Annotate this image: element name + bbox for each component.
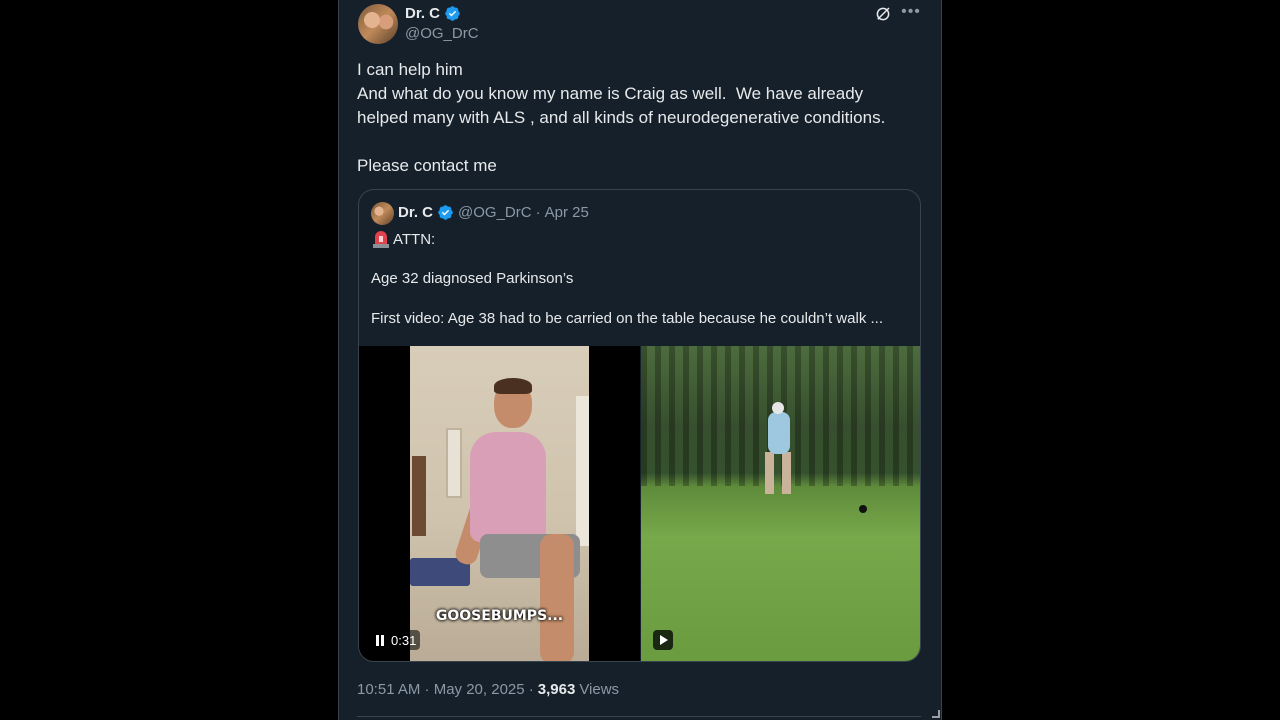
quoted-text-line: Age 32 diagnosed Parkinson’s <box>371 270 574 287</box>
video-player-2[interactable] <box>641 346 920 661</box>
video-player-1[interactable]: GOOSEBUMPS... 0:31 <box>359 346 640 661</box>
quoted-author-handle[interactable]: @OG_DrC <box>458 204 532 221</box>
author-avatar[interactable] <box>358 4 398 44</box>
video-1-person <box>494 378 532 394</box>
verified-badge-icon <box>445 6 460 21</box>
video-1-door <box>446 428 462 498</box>
tweet-text-line: And what do you know my name is Craig as… <box>357 84 864 103</box>
video-1-doorframe <box>576 396 589 546</box>
quoted-text-line: First video: Age 38 had to be carried on… <box>371 310 883 327</box>
verified-badge-icon <box>438 205 453 220</box>
tweet-text-line: I can help him <box>357 60 463 79</box>
video-1-person <box>540 534 574 661</box>
video-2-golfer <box>765 452 791 494</box>
video-2-golfer <box>772 402 784 414</box>
tweet-metadata: 10:51 AM · May 20, 2025 · 3,963 Views <box>357 681 619 698</box>
quoted-author-row: Dr. C @OG_DrC · Apr 25 <box>398 204 589 221</box>
quoted-author-name[interactable]: Dr. C <box>398 204 433 221</box>
tweet-timestamp[interactable]: 10:51 AM · May 20, 2025 · <box>357 681 534 698</box>
quoted-media-grid: GOOSEBUMPS... 0:31 <box>359 346 920 661</box>
divider <box>357 716 921 717</box>
video-1-cabinet <box>412 456 426 536</box>
tweet-detail-column: Dr. C @OG_DrC ••• I can help him And wha… <box>338 0 942 720</box>
author-name-row[interactable]: Dr. C <box>405 5 461 22</box>
video-1-person <box>470 432 546 542</box>
quoted-text-attn: ATTN: <box>393 230 436 248</box>
pause-icon[interactable] <box>375 634 385 646</box>
quoted-date[interactable]: Apr 25 <box>545 204 589 221</box>
video-2-golfer <box>768 412 790 454</box>
grok-icon[interactable] <box>874 5 892 23</box>
tweet-text: I can help him And what do you know my n… <box>357 58 927 178</box>
siren-emoji-icon <box>373 231 389 248</box>
video-2-ball <box>859 505 867 513</box>
quoted-text-line: ATTN: <box>371 230 435 248</box>
video-1-caption: GOOSEBUMPS... <box>435 608 564 624</box>
author-handle[interactable]: @OG_DrC <box>405 25 479 42</box>
author-name[interactable]: Dr. C <box>405 5 440 22</box>
video-1-duration: 0:31 <box>391 632 417 648</box>
quoted-tweet-card[interactable]: Dr. C @OG_DrC · Apr 25 ATTN: Age 32 diag… <box>358 189 921 662</box>
views-label: Views <box>579 681 620 698</box>
tweet-text-line: Please contact me <box>357 156 497 175</box>
quoted-author-avatar[interactable] <box>371 202 394 225</box>
quoted-separator: · <box>535 204 541 221</box>
resize-handle-icon[interactable] <box>932 710 940 718</box>
views-count: 3,963 <box>537 681 576 698</box>
more-icon[interactable]: ••• <box>901 2 921 22</box>
tweet-text-line <box>357 130 927 154</box>
play-icon[interactable] <box>653 630 673 650</box>
video-1-controls[interactable]: 0:31 <box>371 630 421 650</box>
tweet-text-line: helped many with ALS , and all kinds of … <box>357 108 886 127</box>
